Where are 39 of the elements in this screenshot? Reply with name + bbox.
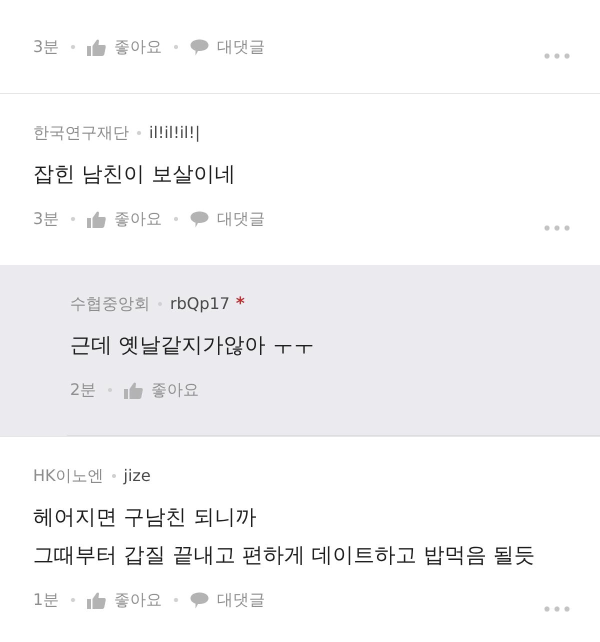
author-nickname: il!il!il!|: [149, 122, 200, 144]
reply-button[interactable]: 대댓글: [190, 207, 266, 231]
separator-dot-icon: [137, 131, 141, 135]
author-nickname: jize: [124, 465, 151, 487]
author-affiliation: 수협중앙회: [70, 293, 150, 315]
author-mark: *: [236, 293, 245, 315]
separator-dot-icon: [71, 217, 76, 221]
like-button[interactable]: 좋아요: [87, 588, 162, 612]
comment-text: 잡힌 남친이 보살이네: [33, 161, 236, 188]
comment-time: 2분: [70, 379, 96, 401]
like-button[interactable]: 좋아요: [124, 378, 200, 402]
separator-dot-icon: [112, 474, 116, 478]
like-button[interactable]: 좋아요: [87, 207, 162, 231]
separator-dot-icon: [71, 45, 76, 49]
more-icon[interactable]: [544, 225, 570, 231]
thumbs-up-icon: [87, 38, 106, 56]
author-affiliation: 한국연구재단: [33, 122, 129, 144]
speech-bubble-icon: [190, 210, 210, 228]
author-affiliation: HK이노엔: [33, 465, 104, 487]
thumbs-up-icon: [87, 592, 106, 608]
comment-text: 근데 옛날같지가않아 ㅜㅜ: [70, 332, 316, 359]
more-icon[interactable]: [544, 606, 570, 612]
speech-bubble-icon: [190, 38, 210, 56]
thumbs-up-icon: [124, 382, 144, 398]
separator-dot-icon: [174, 217, 178, 221]
separator-dot-icon: [174, 598, 178, 602]
author-nickname: rbQp17: [170, 293, 230, 315]
more-icon[interactable]: [544, 53, 570, 59]
comment-time: 3분: [33, 208, 60, 230]
thumbs-up-icon: [87, 210, 106, 228]
reply-button[interactable]: 대댓글: [190, 588, 266, 612]
speech-bubble-icon: [190, 592, 210, 608]
comment-time: 1분: [33, 589, 60, 611]
comment-time: 3분: [33, 36, 60, 58]
like-button[interactable]: 좋아요: [87, 35, 162, 59]
separator-dot-icon: [71, 598, 76, 602]
separator-dot-icon: [174, 45, 178, 49]
comment-text: 헤어지면 구남친 되니까 그때부터 갑질 끝내고 편하게 데이트하고 밥먹음 될듯: [33, 504, 536, 569]
reply-button[interactable]: 대댓글: [190, 35, 266, 59]
